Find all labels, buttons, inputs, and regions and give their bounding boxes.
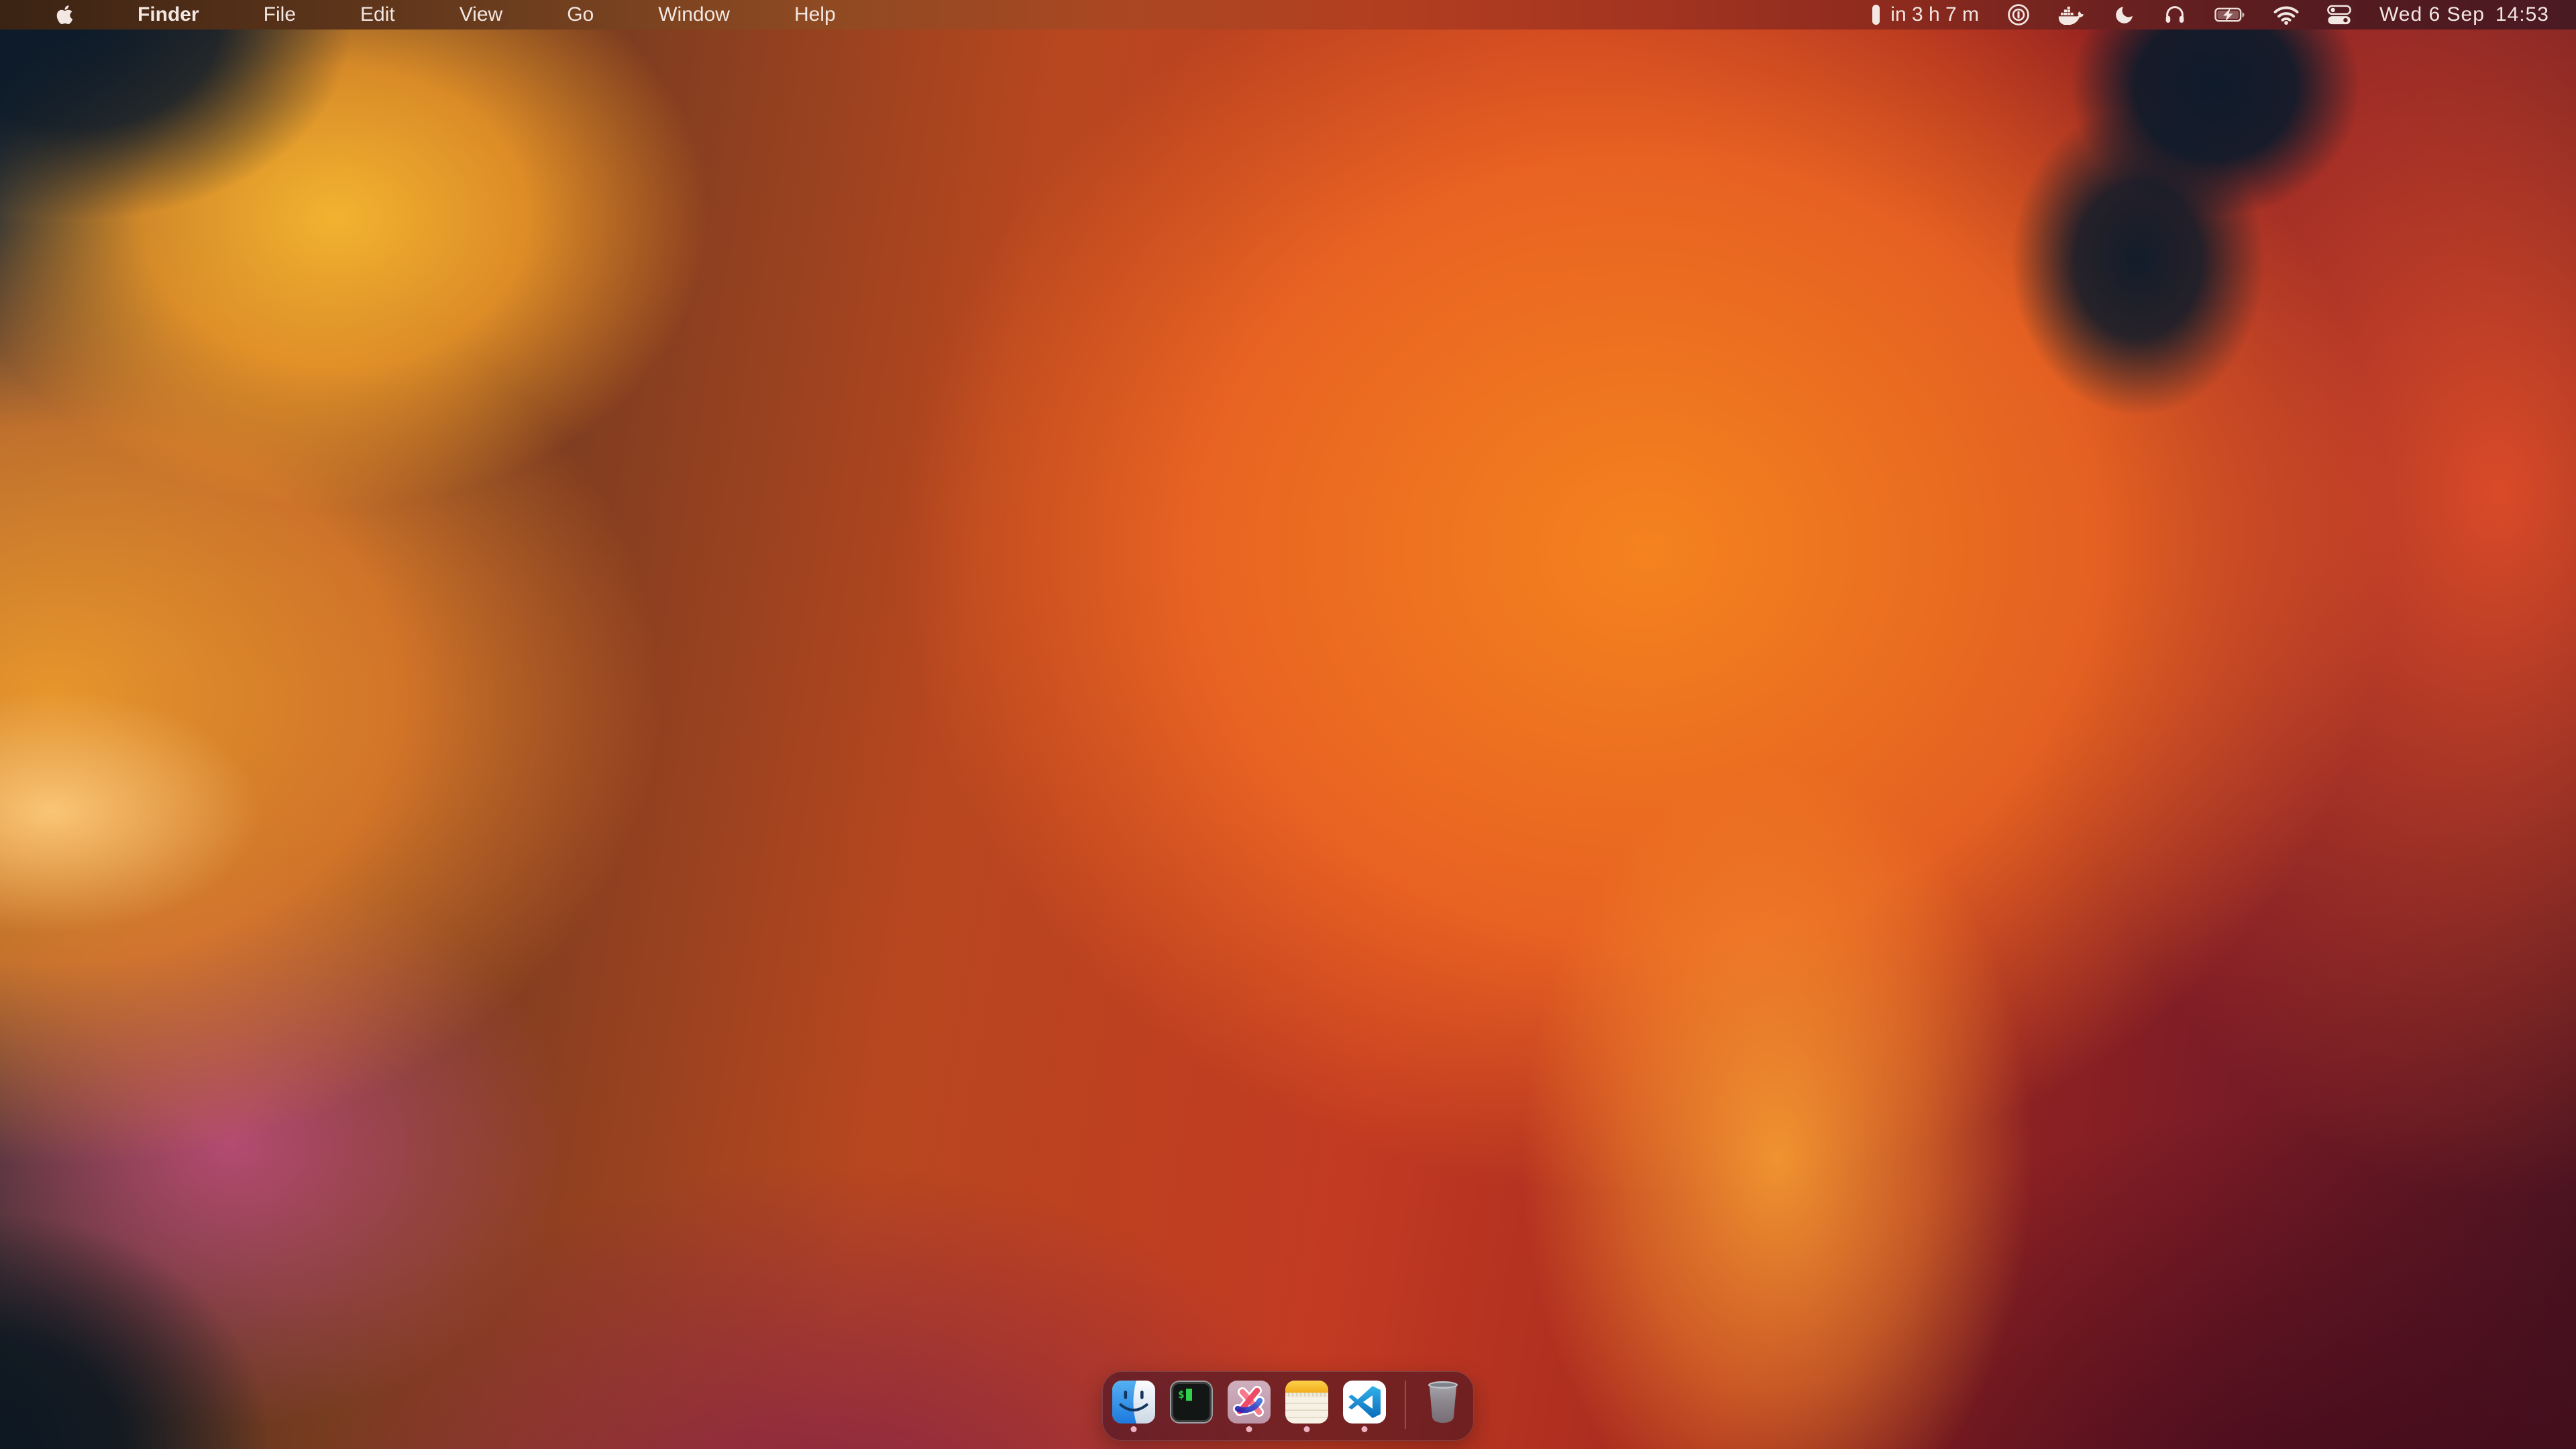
apple-menu[interactable] <box>56 4 73 25</box>
notes-yellow-band <box>1285 1381 1328 1393</box>
vscode-icon <box>1343 1381 1386 1424</box>
running-indicator <box>1131 1426 1137 1432</box>
dock-item-finder[interactable] <box>1112 1381 1155 1424</box>
dock-separator <box>1405 1381 1406 1429</box>
onepassword-keyhole-icon <box>2007 3 2030 26</box>
status-control-center[interactable] <box>2327 5 2351 25</box>
status-timer[interactable]: in 3 h 7 m <box>1872 3 1979 26</box>
notes-icon <box>1285 1381 1328 1424</box>
clock-time: 14:53 <box>2496 3 2549 26</box>
trash-rim <box>1428 1381 1458 1389</box>
dock-item-vscode[interactable] <box>1343 1381 1386 1424</box>
battery-charging-icon <box>2214 7 2245 22</box>
menu-bar-left: Finder File Edit View Go Window Help <box>56 3 836 26</box>
menu-bar-status: in 3 h 7 m <box>1872 3 2549 26</box>
timer-bar-icon <box>1872 5 1880 25</box>
dock: $ <box>1102 1371 1474 1441</box>
menu-file[interactable]: File <box>264 3 296 26</box>
running-indicator <box>1304 1426 1310 1432</box>
menu-edit[interactable]: Edit <box>360 3 395 26</box>
apple-logo-icon <box>56 4 73 25</box>
status-clock[interactable]: Wed 6 Sep 14:53 <box>2379 3 2549 26</box>
timer-label: in 3 h 7 m <box>1890 3 1979 26</box>
finder-icon <box>1112 1381 1155 1424</box>
headphones-icon <box>2163 3 2186 26</box>
menu-app-name[interactable]: Finder <box>138 3 199 26</box>
moon-focus-icon <box>2113 4 2135 26</box>
menu-bar: Finder File Edit View Go Window Help in … <box>0 0 2576 30</box>
terminal-cursor <box>1186 1389 1192 1401</box>
menu-view[interactable]: View <box>460 3 502 26</box>
wifi-icon <box>2273 5 2299 25</box>
menu-go[interactable]: Go <box>567 3 594 26</box>
dock-item-notes[interactable] <box>1285 1381 1328 1424</box>
menu-window[interactable]: Window <box>658 3 730 26</box>
status-focus[interactable] <box>2113 4 2135 26</box>
dock-item-terminal[interactable]: $ <box>1170 1381 1213 1424</box>
status-docker[interactable] <box>2058 5 2085 25</box>
status-wifi[interactable] <box>2273 5 2299 25</box>
clock-date: Wed 6 Sep <box>2379 3 2485 26</box>
arc-browser-icon <box>1228 1381 1271 1424</box>
docker-whale-icon <box>2058 5 2085 25</box>
notes-ruled-lines <box>1285 1397 1328 1424</box>
status-battery[interactable] <box>2214 7 2245 22</box>
running-indicator <box>1362 1426 1368 1432</box>
trash-icon <box>1425 1381 1461 1424</box>
status-audio[interactable] <box>2163 3 2186 26</box>
dock-item-arc[interactable] <box>1228 1381 1271 1424</box>
dock-item-trash[interactable] <box>1425 1381 1461 1424</box>
menu-help[interactable]: Help <box>794 3 836 26</box>
status-1password[interactable] <box>2007 3 2030 26</box>
terminal-prompt-text: $ <box>1178 1388 1185 1401</box>
running-indicator <box>1246 1426 1252 1432</box>
wallpaper <box>0 0 2576 1449</box>
terminal-icon: $ <box>1170 1381 1213 1424</box>
control-center-icon <box>2327 5 2351 25</box>
